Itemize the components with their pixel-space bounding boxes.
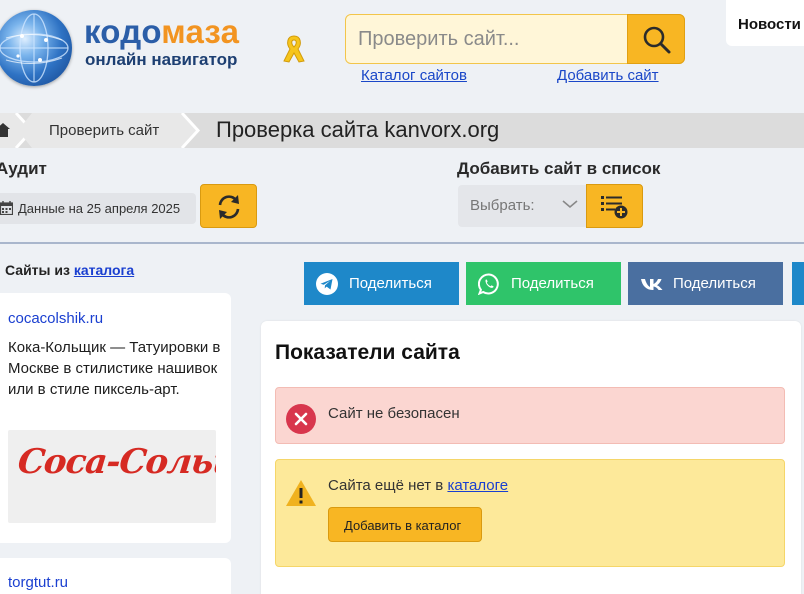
catalog-link[interactable]: Каталог сайтов	[361, 67, 467, 84]
search-input[interactable]	[346, 15, 628, 63]
share-more-button[interactable]	[792, 262, 804, 305]
brand-name-part2: маза	[161, 13, 240, 50]
audit-date-text: Данные на 25 апреля 2025	[18, 201, 181, 216]
site-card-domain[interactable]: cocacolshik.ru	[8, 310, 103, 327]
add-site-link[interactable]: Добавить сайт	[557, 67, 659, 84]
telegram-icon	[316, 273, 338, 295]
not-in-catalog-prefix: Сайта ещё нет в	[328, 477, 444, 494]
share-vk-button[interactable]: Поделиться	[628, 262, 783, 305]
search-box	[345, 14, 685, 64]
share-vk-label: Поделиться	[673, 275, 756, 292]
home-icon[interactable]	[0, 122, 10, 138]
search-icon	[643, 26, 671, 54]
site-card-domain[interactable]: torgtut.ru	[8, 574, 68, 591]
page-title: Проверка сайта kanvorx.org	[216, 117, 500, 142]
brand-name[interactable]: кодомаза	[84, 12, 239, 52]
site-header: кодомаза онлайн навигатор Каталог сайтов…	[0, 0, 804, 113]
list-select[interactable]: Выбрать:	[458, 185, 587, 227]
audit-heading: Аудит	[0, 159, 47, 178]
brand-tagline: онлайн навигатор	[85, 50, 238, 69]
refresh-icon	[218, 195, 240, 219]
sidebar-site-card[interactable]: cocacolshik.ru Кока-Кольщик — Татуировки…	[0, 293, 231, 543]
panel-title: Показатели сайта	[275, 341, 460, 364]
calendar-icon	[0, 201, 13, 215]
share-telegram-button[interactable]: Поделиться	[304, 262, 459, 305]
vk-icon	[641, 279, 663, 290]
audit-bar: Аудит Данные на 25 апреля 2025 Добавить …	[0, 148, 804, 244]
audit-date-badge: Данные на 25 апреля 2025	[0, 193, 196, 224]
breadcrumb: Проверить сайт Проверка сайта kanvorx.or…	[0, 113, 804, 148]
error-x-icon	[286, 404, 316, 434]
share-telegram-label: Поделиться	[349, 275, 432, 292]
not-in-catalog-alert: Сайта ещё нет в каталоге Добавить в ката…	[275, 459, 785, 567]
search-button[interactable]	[627, 14, 685, 64]
brand-name-part1: кодо	[84, 13, 162, 50]
news-tab[interactable]: Новости	[726, 0, 804, 46]
sidebar-heading-prefix: Сайты из	[5, 262, 70, 278]
site-card-image[interactable]: Coca-Cольщик	[8, 430, 216, 523]
breadcrumb-item-check[interactable]: Проверить сайт	[49, 122, 159, 139]
sidebar-catalog-link[interactable]: каталога	[74, 262, 134, 278]
add-to-list-button[interactable]	[586, 184, 643, 228]
add-to-list-heading: Добавить сайт в список	[457, 159, 661, 178]
add-to-catalog-button[interactable]: Добавить в каталог	[328, 507, 482, 542]
not-in-catalog-text: Сайта ещё нет в каталоге	[328, 477, 508, 494]
site-card-description: Кока-Кольщик — Татуировки в Москве в сти…	[8, 339, 221, 398]
catalog-inline-link[interactable]: каталоге	[447, 477, 508, 494]
globe-logo-icon[interactable]	[0, 10, 72, 86]
yellow-ribbon-icon	[281, 34, 307, 68]
site-card-image-logo: Coca-Cольщик	[15, 442, 216, 482]
chevron-down-icon	[562, 200, 578, 209]
warning-icon	[286, 480, 316, 506]
site-metrics-panel: Показатели сайта Сайт не безопасен Сайта…	[261, 321, 801, 594]
unsafe-alert: Сайт не безопасен	[275, 387, 785, 444]
list-select-value: Выбрать:	[470, 197, 535, 214]
share-whatsapp-label: Поделиться	[511, 275, 594, 292]
list-add-icon	[601, 196, 628, 219]
refresh-button[interactable]	[200, 184, 257, 228]
whatsapp-icon	[478, 273, 499, 295]
share-whatsapp-button[interactable]: Поделиться	[466, 262, 621, 305]
unsafe-alert-text: Сайт не безопасен	[328, 405, 460, 422]
sidebar-site-card[interactable]: torgtut.ru	[0, 558, 231, 594]
sidebar-heading: Сайты из каталога	[5, 262, 134, 278]
